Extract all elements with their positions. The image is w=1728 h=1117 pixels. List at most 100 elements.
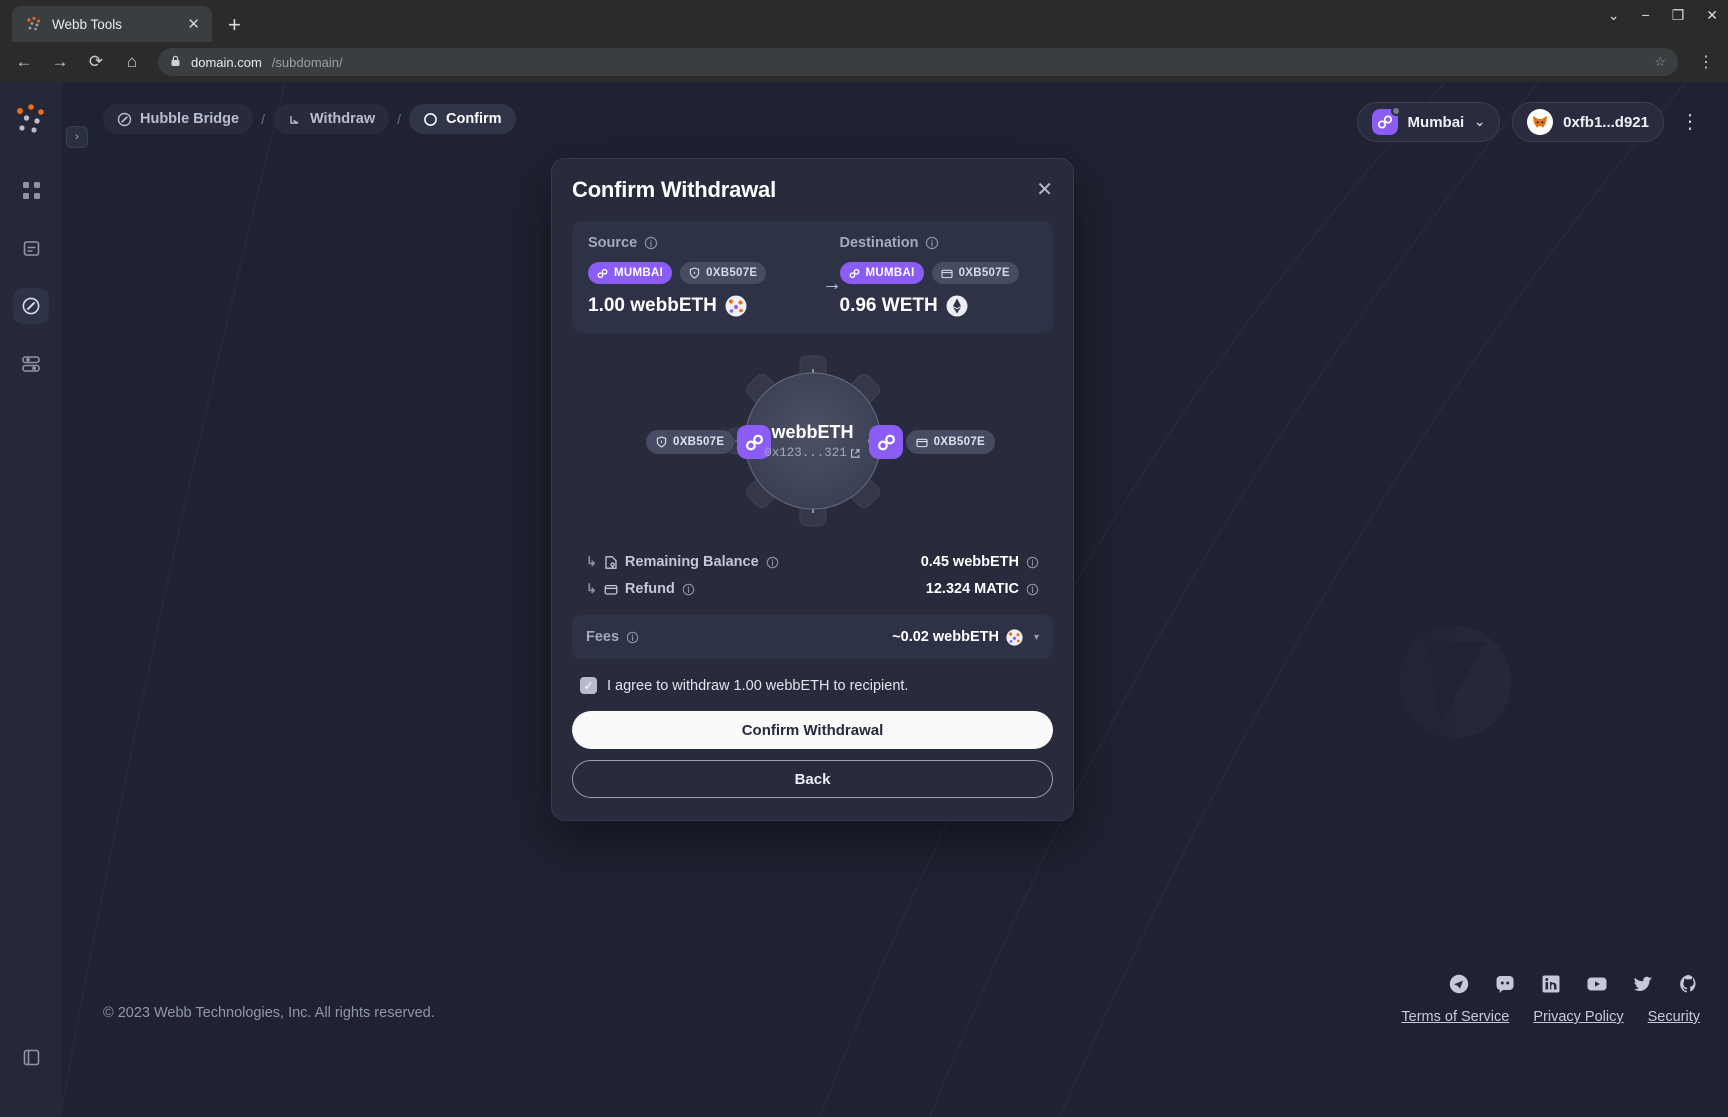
footer-link-privacy[interactable]: Privacy Policy: [1533, 1009, 1623, 1025]
breadcrumb-separator: /: [397, 111, 401, 127]
webb-logo-icon[interactable]: [14, 102, 48, 136]
youtube-icon[interactable]: [1586, 973, 1608, 995]
telegram-icon[interactable]: [1448, 973, 1470, 995]
forward-icon[interactable]: →: [50, 52, 70, 72]
wallet-icon: [940, 268, 953, 279]
agreement-row: ✓ I agree to withdraw 1.00 webbETH to re…: [572, 677, 1053, 694]
url-path: /subdomain/: [271, 54, 343, 70]
info-icon[interactable]: [1026, 556, 1039, 569]
breadcrumb-item-confirm[interactable]: Confirm: [409, 104, 516, 134]
detail-label-group: ↳ Remaining Balance: [586, 554, 779, 570]
footer-link-terms[interactable]: Terms of Service: [1401, 1009, 1509, 1025]
detail-label: Refund: [624, 581, 675, 597]
webb-chain-icon: [597, 268, 608, 279]
chain-status-dot: [1390, 106, 1401, 116]
github-icon[interactable]: [1678, 973, 1700, 995]
info-icon[interactable]: [626, 631, 639, 644]
sidebar-item-docs[interactable]: [13, 1039, 49, 1075]
chip-label: 0XB507E: [673, 436, 725, 448]
info-icon[interactable]: [1026, 583, 1039, 596]
breadcrumb-item-withdraw[interactable]: Withdraw: [272, 104, 390, 134]
source-chain-chip[interactable]: MUMBAI: [588, 262, 673, 284]
browser-menu-icon[interactable]: ⋮: [1694, 52, 1714, 72]
destination-chain-chip[interactable]: MUMBAI: [839, 262, 924, 284]
sidebar-item-apps[interactable]: [13, 172, 49, 208]
new-tab-button[interactable]: +: [228, 14, 241, 36]
bookmark-star-icon[interactable]: ☆: [1654, 54, 1666, 70]
destination-column: Destination MUMBAI 0XB507E 0.96 WETH: [839, 235, 1038, 317]
account-button[interactable]: 0xfb1...d921: [1512, 102, 1664, 142]
footer-links: Terms of Service Privacy Policy Security: [1401, 1009, 1700, 1025]
window-minimize-icon[interactable]: −: [1642, 8, 1650, 22]
breadcrumb: Hubble Bridge / Withdraw / Confirm: [103, 104, 516, 134]
info-icon[interactable]: [644, 236, 658, 250]
metamask-fox-icon: [1527, 109, 1554, 135]
twitter-icon[interactable]: [1632, 973, 1654, 995]
info-icon[interactable]: [766, 556, 779, 569]
discord-icon[interactable]: [1494, 973, 1516, 995]
chip-label: 0XB507E: [933, 436, 985, 448]
close-icon[interactable]: ✕: [187, 17, 200, 32]
info-icon[interactable]: [925, 236, 939, 250]
source-address-chip[interactable]: 0XB507E: [680, 262, 767, 284]
chevron-down-icon[interactable]: ▾: [1034, 632, 1039, 643]
apps-grid-icon: [22, 181, 41, 200]
destination-label: Destination: [839, 235, 919, 251]
browser-tab[interactable]: Webb Tools ✕: [12, 6, 212, 42]
window-controls: ⌄ − ❐ ✕: [1608, 8, 1718, 22]
agreement-label: I agree to withdraw 1.00 webbETH to reci…: [607, 677, 909, 694]
webb-token-icon: [1006, 628, 1023, 646]
breadcrumb-separator: /: [261, 111, 265, 127]
confirm-withdrawal-button[interactable]: Confirm Withdrawal: [572, 711, 1053, 749]
disc-icon: [117, 112, 132, 127]
sidebar-item-stats[interactable]: [13, 346, 49, 382]
diagram-source-chain-node[interactable]: [737, 425, 771, 459]
back-button[interactable]: Back: [572, 760, 1053, 798]
reload-icon[interactable]: ⟳: [86, 52, 106, 72]
sidebar-item-documents[interactable]: [13, 230, 49, 266]
anchor-diagram: 0XB507E 0XB507E webbETH 0x123...321: [572, 335, 1053, 547]
footer-right: Terms of Service Privacy Policy Security: [1360, 973, 1700, 1025]
arrow-down-right-icon: [287, 112, 302, 127]
chevron-down-icon[interactable]: ⌄: [1474, 114, 1485, 130]
webb-chain-icon: [849, 268, 860, 279]
window-close-icon[interactable]: ✕: [1706, 8, 1718, 22]
footer-link-security[interactable]: Security: [1648, 1009, 1700, 1025]
chain-selector-button[interactable]: Mumbai ⌄: [1356, 102, 1501, 142]
commit-icon[interactable]: [1402, 973, 1424, 995]
diagram-source-address-chip[interactable]: 0XB507E: [646, 430, 735, 454]
chip-label: 0XB507E: [706, 267, 758, 279]
stats-icon: [21, 354, 41, 374]
source-destination-panel: Source MUMBAI 0XB507E 1.00 webbETH → Des…: [572, 221, 1053, 333]
window-minimize-dropdown-icon[interactable]: ⌄: [1608, 8, 1620, 22]
breadcrumb-item-hubble-bridge[interactable]: Hubble Bridge: [103, 104, 254, 134]
diagram-destination-chain-node[interactable]: [869, 425, 903, 459]
more-menu-icon[interactable]: ⋮: [1676, 112, 1704, 132]
home-icon[interactable]: ⌂: [122, 52, 142, 72]
linkedin-icon[interactable]: [1540, 973, 1562, 995]
address-bar[interactable]: domain.com /subdomain/ ☆: [158, 48, 1678, 76]
sidebar-expand-button[interactable]: ›: [66, 126, 88, 148]
source-label-row: Source: [588, 235, 786, 251]
circle-icon: [423, 112, 438, 127]
fees-row[interactable]: Fees ~0.02 webbETH ▾: [572, 615, 1053, 659]
wallet-icon: [916, 437, 928, 448]
webb-token-icon: [725, 295, 747, 317]
info-icon[interactable]: [682, 583, 695, 596]
back-icon[interactable]: ←: [14, 52, 34, 72]
destination-label-row: Destination: [840, 235, 1038, 251]
diagram-destination-address-chip[interactable]: 0XB507E: [905, 430, 995, 454]
sidebar-item-bridge[interactable]: [13, 288, 49, 324]
wallet-icon: [604, 583, 618, 596]
bridge-disc-icon: [21, 296, 41, 316]
source-label: Source: [588, 235, 638, 251]
fees-label: Fees: [586, 629, 620, 645]
chain-label: Mumbai: [1407, 113, 1465, 131]
destination-address-chip[interactable]: 0XB507E: [931, 262, 1019, 284]
webb-chain-icon: [1371, 106, 1401, 135]
app-root: › Hubble Bridge / Withdraw / Confirm Mum…: [0, 82, 1728, 1117]
close-icon[interactable]: ✕: [1036, 180, 1053, 200]
breadcrumb-label: Confirm: [446, 111, 502, 127]
agreement-checkbox[interactable]: ✓: [580, 677, 597, 694]
window-maximize-icon[interactable]: ❐: [1672, 8, 1685, 22]
